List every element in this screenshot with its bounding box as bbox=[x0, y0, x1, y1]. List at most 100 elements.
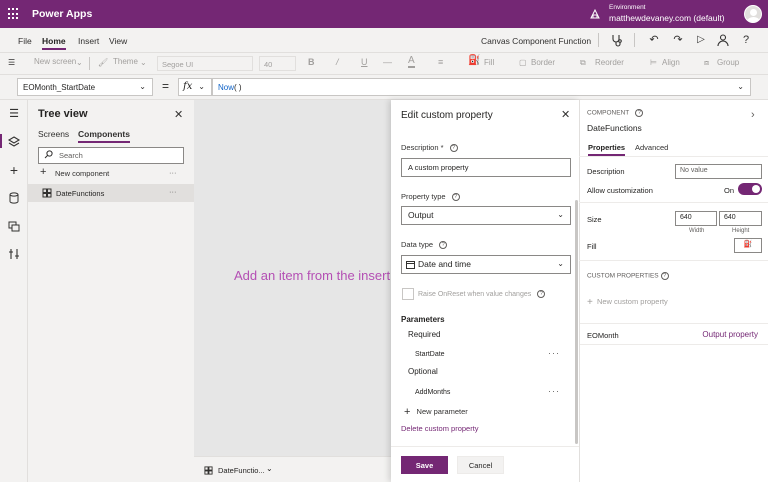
raise-onreset-checkbox[interactable] bbox=[402, 288, 414, 300]
canvas-hint: Add an item from the insert bbox=[234, 268, 391, 283]
parameter-startdate[interactable]: StartDate bbox=[415, 351, 445, 358]
formula-args: ( ) bbox=[234, 83, 242, 92]
fill-button[interactable]: Fill bbox=[484, 58, 494, 67]
redo-icon[interactable]: ↷ bbox=[671, 33, 685, 47]
insert-plus-icon[interactable]: + bbox=[7, 163, 21, 177]
custom-properties-row: CUSTOM PROPERTIES? bbox=[587, 272, 669, 280]
description-input[interactable]: A custom property bbox=[401, 158, 571, 177]
new-component-button[interactable]: + New component ··· bbox=[40, 166, 190, 180]
screen-selector[interactable]: DateFunctio... bbox=[218, 466, 265, 475]
fill-color-picker[interactable]: ⛽ bbox=[734, 238, 762, 253]
panel-scrollbar[interactable] bbox=[575, 200, 578, 444]
bold-button[interactable]: B bbox=[308, 57, 315, 67]
info-icon[interactable]: ? bbox=[451, 193, 460, 202]
text-align-button[interactable]: ≡ bbox=[438, 57, 443, 67]
environment-selector[interactable]: matthewdevaney.com (default) bbox=[609, 13, 725, 23]
menu-view[interactable]: View bbox=[109, 36, 127, 46]
share-user-icon[interactable] bbox=[716, 33, 730, 47]
menu-insert[interactable]: Insert bbox=[78, 36, 99, 46]
group-button[interactable]: Group bbox=[717, 58, 739, 67]
strikethrough-button[interactable]: — bbox=[383, 57, 392, 67]
undo-icon[interactable]: ↶ bbox=[647, 33, 661, 47]
tab-screens[interactable]: Screens bbox=[38, 129, 69, 139]
property-type-dropdown[interactable]: Output ⌄ bbox=[401, 206, 571, 225]
tab-components[interactable]: Components bbox=[78, 129, 130, 143]
property-select[interactable]: EOMonth_StartDate ⌄ bbox=[17, 78, 153, 96]
required-heading: Required bbox=[408, 330, 441, 339]
width-input[interactable]: 640 bbox=[675, 211, 717, 226]
tree-item-datefunctions[interactable]: DateFunctions ··· bbox=[28, 184, 194, 202]
menu-file[interactable]: File bbox=[18, 36, 32, 46]
formula-input[interactable]: Now( ) ⌄ bbox=[212, 78, 751, 96]
data-type-label-row: Data type? bbox=[401, 240, 448, 250]
preview-play-icon[interactable]: ▷ bbox=[694, 33, 708, 47]
formula-function: Now bbox=[218, 83, 235, 92]
italic-button[interactable]: / bbox=[336, 57, 339, 67]
data-type-dropdown[interactable]: Date and time ⌄ bbox=[401, 255, 571, 274]
component-description-input[interactable]: No value bbox=[675, 164, 762, 179]
component-icon bbox=[42, 188, 52, 198]
reorder-button[interactable]: Reorder bbox=[595, 58, 624, 67]
underline-button[interactable]: U bbox=[361, 57, 368, 67]
delete-custom-property-link[interactable]: Delete custom property bbox=[401, 424, 479, 433]
font-select[interactable]: Segoe UI bbox=[157, 56, 253, 71]
parameter-addmonths[interactable]: AddMonths bbox=[415, 389, 450, 396]
raise-onreset-label: Raise OnReset when value changes bbox=[418, 290, 532, 298]
info-icon[interactable]: ? bbox=[439, 241, 448, 250]
media-icon[interactable] bbox=[7, 219, 21, 233]
help-icon[interactable]: ? bbox=[739, 33, 753, 47]
tools-icon[interactable] bbox=[7, 247, 21, 261]
new-screen-button[interactable]: New screen bbox=[34, 57, 76, 66]
theme-button[interactable]: Theme bbox=[113, 57, 138, 66]
more-options-icon[interactable]: ··· bbox=[548, 348, 560, 358]
search-input[interactable]: Search bbox=[38, 147, 184, 164]
layers-icon[interactable] bbox=[7, 135, 21, 149]
waffle-icon[interactable] bbox=[8, 8, 20, 20]
component-section-label: COMPONENT bbox=[587, 109, 630, 117]
property-type-label-row: Property type? bbox=[401, 192, 460, 202]
border-button[interactable]: Border bbox=[531, 58, 555, 67]
hamburger-icon[interactable]: ☰ bbox=[7, 107, 21, 121]
expand-formula-icon[interactable]: ⌄ bbox=[737, 82, 744, 91]
allow-customization-toggle[interactable] bbox=[738, 183, 762, 195]
parameters-heading: Parameters bbox=[401, 315, 445, 324]
add-icon[interactable]: ☰ bbox=[8, 58, 15, 67]
align-button[interactable]: Align bbox=[662, 58, 680, 67]
calendar-icon bbox=[406, 261, 415, 269]
data-icon[interactable] bbox=[7, 191, 21, 205]
new-parameter-button[interactable]: + New parameter bbox=[404, 406, 468, 418]
close-icon[interactable]: ✕ bbox=[561, 108, 570, 121]
info-icon[interactable]: ? bbox=[537, 290, 546, 298]
fx-button[interactable]: fx ⌄ bbox=[178, 78, 212, 96]
custom-property-row[interactable]: EOMonth Output property bbox=[580, 323, 768, 345]
cancel-button[interactable]: Cancel bbox=[457, 456, 504, 474]
tree-item-label: DateFunctions bbox=[56, 189, 105, 198]
app-checker-icon[interactable] bbox=[610, 33, 624, 47]
chevron-down-icon: ⌄ bbox=[198, 82, 205, 91]
chevron-right-icon[interactable]: › bbox=[751, 109, 755, 121]
info-icon[interactable]: ? bbox=[449, 144, 458, 153]
menu-home[interactable]: Home bbox=[42, 36, 66, 50]
info-icon[interactable]: ? bbox=[635, 109, 644, 117]
theme-icon: 🖌 bbox=[98, 58, 109, 67]
panel-title: Edit custom property bbox=[401, 110, 493, 121]
more-options-icon[interactable]: ··· bbox=[169, 187, 177, 196]
font-color-button[interactable]: A bbox=[408, 55, 415, 68]
avatar[interactable] bbox=[744, 5, 762, 23]
height-input[interactable]: 640 bbox=[719, 211, 762, 226]
save-button[interactable]: Save bbox=[401, 456, 448, 474]
tab-properties[interactable]: Properties bbox=[588, 143, 626, 156]
allow-customization-label: Allow customization bbox=[587, 186, 653, 195]
chevron-down-icon[interactable]: ⌄ bbox=[266, 464, 273, 473]
app-title: Power Apps bbox=[32, 8, 93, 20]
close-icon[interactable]: ✕ bbox=[174, 108, 183, 121]
allow-customization-state: On bbox=[724, 186, 735, 195]
font-size-select[interactable]: 40 bbox=[259, 56, 296, 71]
more-options-icon[interactable]: ··· bbox=[169, 168, 177, 177]
tab-advanced[interactable]: Advanced bbox=[635, 143, 668, 152]
new-custom-property-button[interactable]: + New custom property bbox=[587, 297, 668, 308]
more-options-icon[interactable]: ··· bbox=[548, 386, 560, 396]
environment-label: Environment bbox=[609, 4, 646, 11]
info-icon[interactable]: ? bbox=[660, 272, 669, 280]
component-section-row: COMPONENT? bbox=[587, 109, 644, 117]
